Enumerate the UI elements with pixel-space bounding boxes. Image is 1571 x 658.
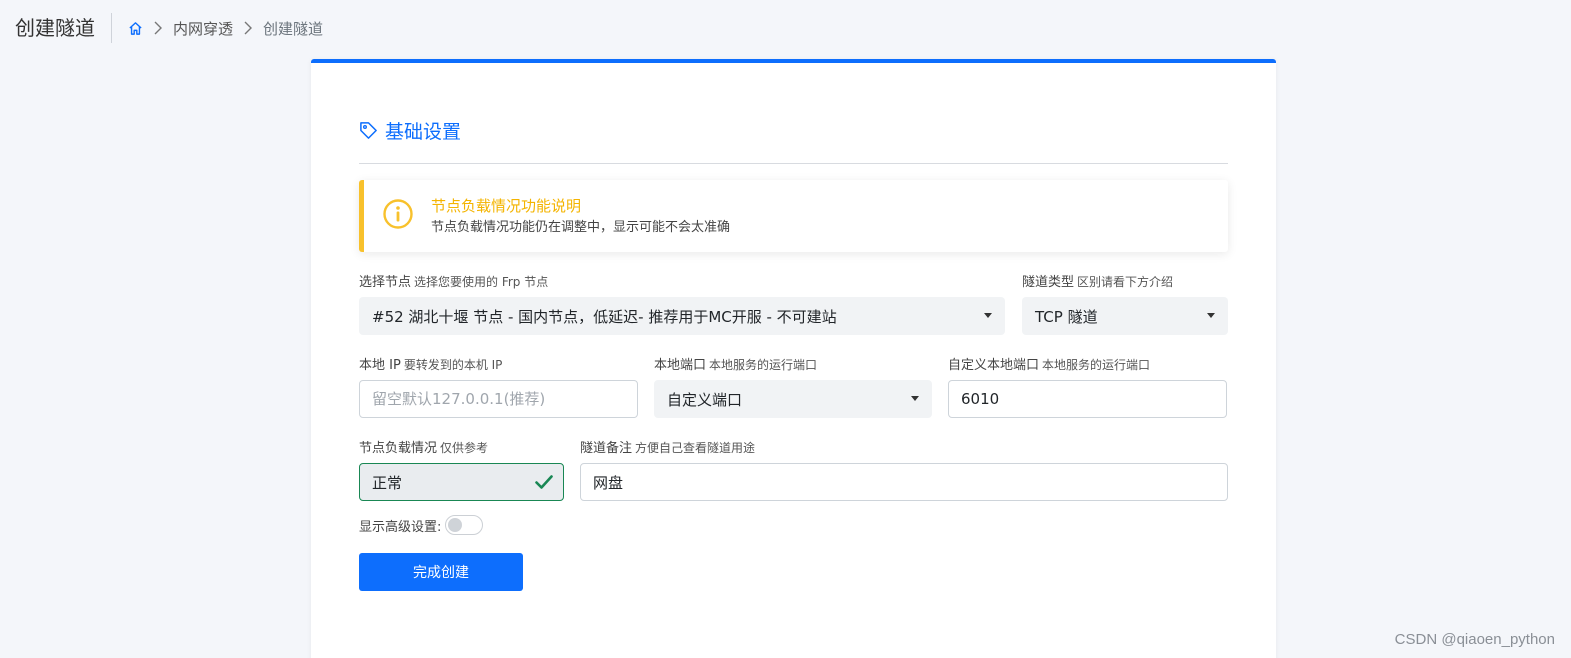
local-ip-hint: 要转发到的本机 IP [403,358,503,372]
node-label-text: 选择节点 [359,275,412,290]
local-ip-label: 本地 IP 要转发到的本机 IP [359,354,502,373]
breadcrumb-link-intranet[interactable]: 内网穿透 [173,18,233,39]
node-label: 选择节点 选择您要使用的 Frp 节点 [359,271,548,290]
custom-port-hint: 本地服务的运行端口 [1042,358,1151,372]
create-tunnel-card: 基础设置 节点负载情况功能说明 节点负载情况功能仍在调整中，显示可能不会太准确 … [311,59,1276,658]
local-port-value: 自定义端口 [667,390,743,409]
top-bar: 创建隧道 内网穿透 创建隧道 [0,0,1571,56]
info-icon [383,199,413,229]
alert-text: 节点负载情况功能仍在调整中，显示可能不会太准确 [431,220,731,235]
remark-label-text: 隧道备注 [580,441,633,456]
node-load-label-text: 节点负载情况 [359,441,438,456]
local-ip-input[interactable] [359,380,638,418]
caret-down-icon [1207,313,1215,318]
node-load-field: 正常 [359,463,564,501]
caret-down-icon [911,396,919,401]
node-load-label: 节点负载情况 仅供参考 [359,437,488,456]
chevron-right-icon [153,21,163,35]
breadcrumb: 内网穿透 创建隧道 [128,18,323,39]
check-icon [535,475,553,489]
remark-input[interactable] [580,463,1228,501]
section-divider [359,163,1228,164]
tag-icon [360,122,377,139]
page-title: 创建隧道 [15,13,112,43]
chevron-right-icon [243,21,253,35]
node-hint: 选择您要使用的 Frp 节点 [414,275,549,289]
info-alert: 节点负载情况功能说明 节点负载情况功能仍在调整中，显示可能不会太准确 [359,180,1228,252]
advanced-settings-label: 显示高级设置: [359,519,442,535]
breadcrumb-current: 创建隧道 [263,19,324,38]
caret-down-icon [984,313,992,318]
remark-hint: 方便自己查看隧道用途 [635,441,756,455]
tunnel-type-label-text: 隧道类型 [1022,275,1075,290]
toggle-knob [448,518,463,532]
watermark: CSDN @qiaoen_python [1394,631,1555,648]
tunnel-type-select[interactable]: TCP 隧道 [1022,297,1228,335]
local-port-label-text: 本地端口 [654,358,707,373]
submit-create-button[interactable]: 完成创建 [359,553,523,591]
local-port-select[interactable]: 自定义端口 [654,380,932,418]
local-port-hint: 本地服务的运行端口 [709,358,818,372]
remark-label: 隧道备注 方便自己查看隧道用途 [580,437,755,456]
section-title: 基础设置 [385,121,462,143]
local-port-label: 本地端口 本地服务的运行端口 [654,354,817,373]
alert-title: 节点负载情况功能说明 [431,197,582,215]
tunnel-type-value: TCP 隧道 [1035,307,1098,326]
local-ip-label-text: 本地 IP [359,358,401,373]
custom-port-label: 自定义本地端口 本地服务的运行端口 [948,354,1150,373]
advanced-settings-toggle[interactable] [445,515,484,535]
tunnel-type-hint: 区别请看下方介绍 [1077,275,1174,289]
custom-port-label-text: 自定义本地端口 [948,358,1040,373]
node-load-value: 正常 [372,473,403,492]
home-icon[interactable] [128,21,143,36]
node-select[interactable]: #52 湖北十堰 节点 - 国内节点，低延迟- 推荐用于MC开服 - 不可建站 [359,297,1005,335]
section-header: 基础设置 [359,117,461,144]
advanced-settings-row: 显示高级设置: [359,515,484,535]
node-select-value: #52 湖北十堰 节点 - 国内节点，低延迟- 推荐用于MC开服 - 不可建站 [372,307,837,326]
tunnel-type-label: 隧道类型 区别请看下方介绍 [1022,271,1173,290]
node-load-hint: 仅供参考 [440,441,489,455]
custom-port-input[interactable] [948,380,1227,418]
